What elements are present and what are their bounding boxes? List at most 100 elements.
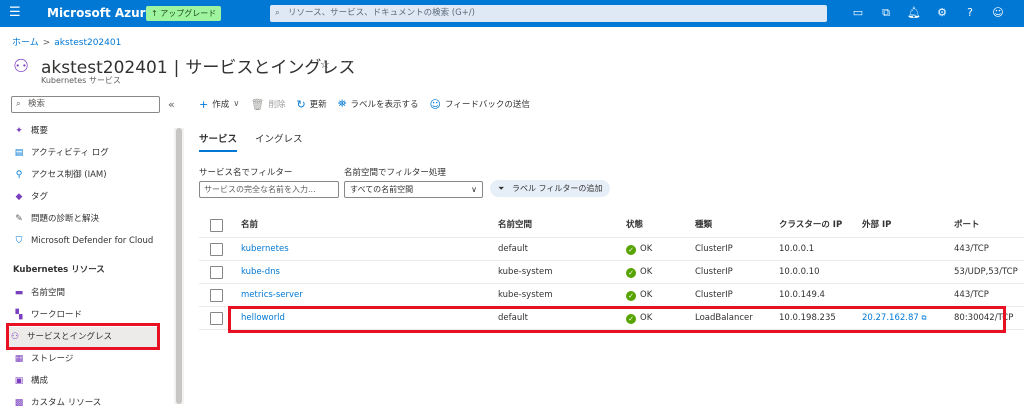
collapse-sidebar-icon[interactable]: « [168,98,175,111]
feedback-button[interactable]: ☺ フィードバックの送信 [430,98,530,111]
sidebar-search-input[interactable]: ⌕ 検索 [11,96,160,113]
kubernetes-service-icon: ⚇ [13,56,30,77]
status-text: OK [640,244,653,254]
global-search-input[interactable]: ⌕ リソース、サービス、ドキュメントの検索 (G+/) [270,5,827,22]
column-header-cluster-ip[interactable]: クラスターの IP [779,213,842,238]
top-bar: ☰ Microsoft Azure ↑ アップグレード ⌕ リソース、サービス、… [0,0,1024,27]
column-header-name[interactable]: 名前 [241,213,258,238]
type-cell: ClusterIP [695,244,733,254]
storage-icon: ▦ [14,354,24,364]
search-icon: ⌕ [275,8,280,18]
type-cell: ClusterIP [695,290,733,300]
brand-title[interactable]: Microsoft Azure [47,6,154,20]
namespace-filter-select[interactable]: すべての名前空間 ∨ [344,181,483,198]
sidebar-item-iam[interactable]: ⚲ アクセス制御 (IAM) [11,165,161,185]
sidebar-item-namespaces[interactable]: ▬ 名前空間 [11,283,161,303]
cluster-ip-cell: 10.0.0.10 [779,267,820,277]
sidebar-highlight-box [6,323,160,350]
breadcrumb-current[interactable]: akstest202401 [54,38,121,48]
sidebar-item-overview[interactable]: ✦ 概要 [11,121,161,141]
sidebar-scrollbar-thumb[interactable] [176,128,182,404]
sidebar-item-label: Microsoft Defender for Cloud [31,236,154,246]
service-name-link[interactable]: metrics-server [241,284,303,307]
ports-cell: 443/TCP [954,244,989,254]
row-checkbox[interactable] [210,266,223,279]
sidebar-item-activity-log[interactable]: ▤ アクティビティ ログ [11,143,161,163]
column-header-external-ip[interactable]: 外部 IP [862,213,891,238]
page-subtitle: Kubernetes サービス [41,76,121,85]
sidebar-item-defender[interactable]: ⛉ Microsoft Defender for Cloud [11,231,161,251]
wrench-icon: ✎ [15,214,23,224]
column-header-ports[interactable]: ポート [954,213,980,238]
plus-icon: + [199,97,209,111]
delete-button[interactable]: 🗑︎ 削除 [250,98,285,111]
directory-filter-icon[interactable]: ⧉ [878,5,894,21]
sidebar-scrollbar[interactable] [174,128,184,404]
table-row[interactable]: kubernetes default ✓ OK ClusterIP 10.0.0.… [199,238,1024,261]
gear-icon[interactable]: ⚙ [934,5,950,21]
status-cell: ✓ OK [626,238,652,261]
help-icon[interactable]: ? [962,5,978,21]
sidebar-item-label: タグ [31,192,49,202]
workload-icon: ▚ [15,310,23,320]
add-label-filter-button[interactable]: ⏷ ラベル フィルターの追加 [490,180,611,197]
sidebar-item-diagnose[interactable]: ✎ 問題の診断と解決 [11,209,161,229]
trash-icon: 🗑︎ [250,97,265,111]
row-checkbox[interactable] [210,312,223,325]
sidebar-item-storage[interactable]: ▦ ストレージ [11,349,161,369]
sidebar-item-label: 問題の診断と解決 [31,214,100,224]
show-labels-button[interactable]: ⛯ ラベルを表示する [338,97,419,111]
refresh-button[interactable]: ↻ 更新 [296,98,326,111]
ok-check-icon: ✓ [626,245,636,255]
namespace-cell: kube-system [498,267,553,277]
activity-log-icon: ▤ [14,148,24,158]
sidebar-item-workloads[interactable]: ▚ ワークロード [11,305,161,325]
service-name-link[interactable]: kubernetes [241,238,289,261]
sidebar-item-label: ワークロード [31,310,83,320]
tab-ingresses[interactable]: イングレス [255,131,303,152]
table-row[interactable]: metrics-server kube-system ✓ OK ClusterIP… [199,284,1024,307]
breadcrumb-home[interactable]: ホーム [12,38,39,48]
sidebar-item-configuration[interactable]: ▣ 構成 [11,371,161,391]
sidebar-item-label: カスタム リソース [31,398,102,408]
menu-icon[interactable]: ☰ [9,6,21,20]
overview-icon: ✦ [15,126,23,136]
star-icon[interactable]: ☆ [320,58,330,71]
row-checkbox[interactable] [210,243,223,256]
sidebar-item-label: アクティビティ ログ [31,148,109,158]
iam-icon: ⚲ [15,170,23,180]
select-all-checkbox[interactable] [210,219,223,232]
upgrade-button[interactable]: ↑ アップグレード [146,6,222,21]
feedback-label: フィードバックの送信 [444,100,530,110]
chevron-down-icon: ∨ [233,99,240,109]
namespace-cell: kube-system [498,290,553,300]
name-filter-input[interactable]: サービスの完全な名前を入力... [199,181,339,198]
add-label-filter-label: ラベル フィルターの追加 [512,184,603,193]
table-header: 名前 名前空間 状態 種類 クラスターの IP 外部 IP ポート [199,213,1024,238]
column-header-namespace[interactable]: 名前空間 [498,213,532,238]
tab-bar: サービス イングレス [199,131,303,152]
ok-check-icon: ✓ [626,268,636,278]
ports-cell: 53/UDP,53/TCP [954,267,1018,277]
column-header-type[interactable]: 種類 [695,213,712,238]
upgrade-label: アップグレード [160,9,217,18]
bell-icon[interactable]: 🔔︎ [906,5,922,21]
sidebar-item-label: ストレージ [31,354,74,364]
config-icon: ▣ [14,376,24,386]
label-icon: ⛯ [337,97,347,110]
row-checkbox[interactable] [210,289,223,302]
tab-services[interactable]: サービス [199,131,238,152]
sidebar-item-tags[interactable]: ◆ タグ [11,187,161,207]
cloud-shell-icon[interactable]: ▭ [850,5,866,21]
feedback-icon[interactable]: ☺ [990,5,1006,21]
type-cell: ClusterIP [695,267,733,277]
sidebar-item-custom-resources[interactable]: ▩ カスタム リソース [11,393,161,413]
table-row[interactable]: kube-dns kube-system ✓ OK ClusterIP 10.0.… [199,261,1024,284]
column-header-status[interactable]: 状態 [626,213,643,238]
more-icon[interactable]: ··· [343,55,354,69]
namespace-cell: default [498,244,528,254]
service-name-link[interactable]: kube-dns [241,261,280,284]
create-button[interactable]: + 作成 ∨ [199,98,239,111]
global-search-placeholder: リソース、サービス、ドキュメントの検索 (G+/) [288,8,475,18]
status-cell: ✓ OK [626,284,652,307]
